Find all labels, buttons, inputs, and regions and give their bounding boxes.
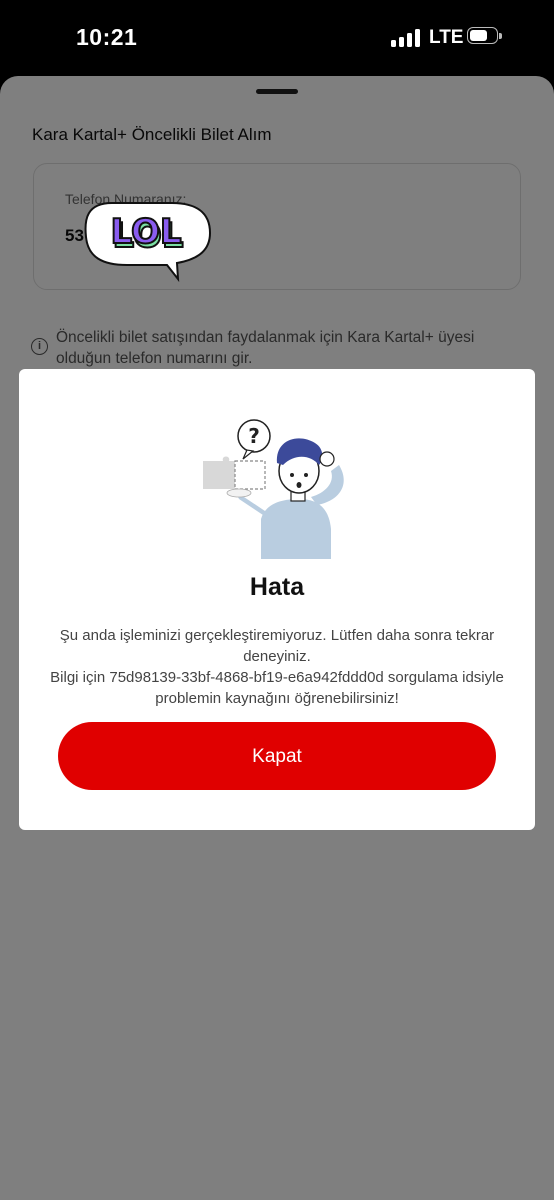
network-type: LTE — [429, 27, 464, 48]
close-button[interactable]: Kapat — [58, 722, 496, 790]
status-time: 10:21 — [76, 24, 138, 50]
status-bar: 10:21 LTE — [0, 0, 554, 76]
signal-icon — [391, 29, 421, 47]
modal-message-line2: Bilgi için 75d98139-33bf-4868-bf19-e6a94… — [50, 669, 504, 707]
modal-message: Şu anda işleminizi gerçekleştiremiyoruz.… — [47, 625, 507, 709]
confused-person-illustration: ? — [203, 419, 344, 559]
lol-sticker: LOL LOL — [84, 202, 212, 283]
battery-icon — [467, 27, 502, 46]
error-modal: ? Hata Şu anda işleminizi gerçekleştirem… — [19, 369, 535, 830]
modal-message-line1: Şu anda işleminizi gerçekleştiremiyoruz.… — [59, 627, 495, 665]
svg-text:?: ? — [248, 424, 260, 448]
modal-title: Hata — [249, 573, 305, 601]
sticker-text: LOL — [110, 212, 181, 252]
